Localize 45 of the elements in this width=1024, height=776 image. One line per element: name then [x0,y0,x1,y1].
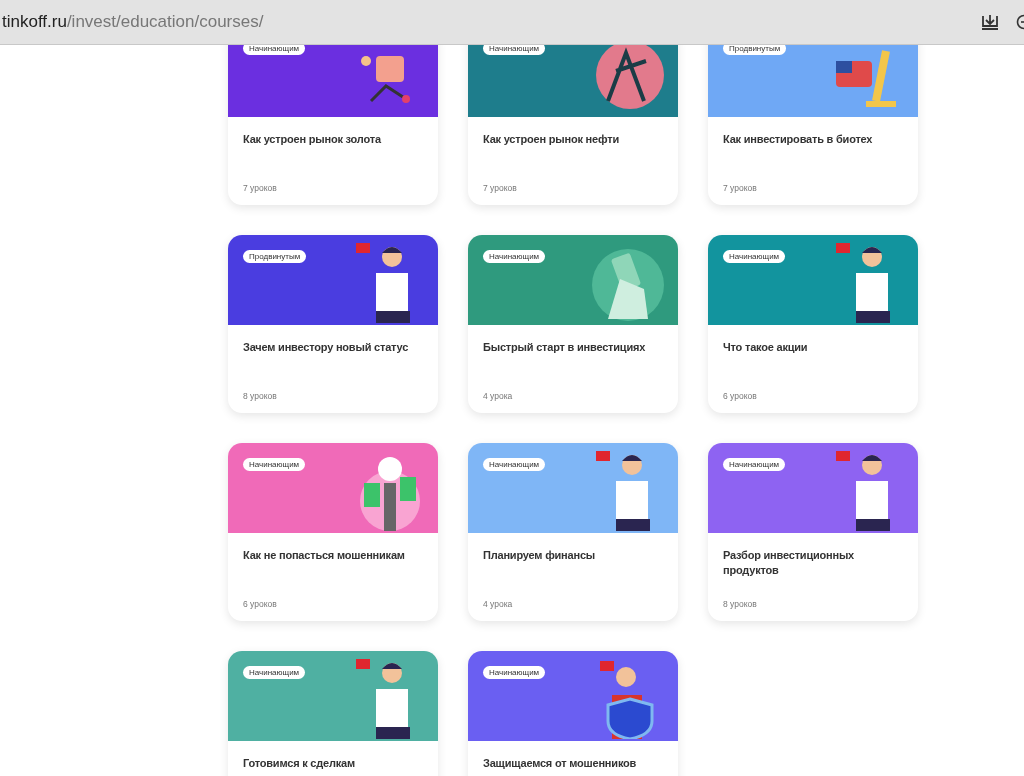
course-card[interactable]: Начинающим Быстрый старт в инвестициях 4 урока [468,235,678,413]
course-title: Как не попасться мошенникам [243,548,406,563]
course-card[interactable]: Начинающим Как не попасться мошенникам 6 уроков [228,443,438,621]
course-card[interactable]: Продвинутым Зачем инвестору новый статус 8 уроков [228,235,438,413]
level-badge: Начинающим [483,458,546,471]
course-card[interactable]: Начинающим Как устроен рынок нефти 7 уроков [468,45,678,205]
course-title: Готовимся к сделкам [243,756,356,771]
lesson-count: 7 уроков [483,183,518,193]
course-card[interactable]: Продвинутым Как инвестировать в биотех 7 уроков [708,45,918,205]
address-bar[interactable]: tinkoff.ru/invest/education/courses/ [0,0,1024,45]
course-title: Быстрый старт в инвестициях [483,340,647,355]
level-badge: Начинающим [723,458,786,471]
level-badge: Продвинутым [723,45,787,55]
course-title: Что такое акции [723,340,809,355]
level-badge: Продвинутым [243,250,307,263]
course-title: Зачем инвестору новый статус [243,340,410,355]
lesson-count: 8 уроков [243,391,278,401]
level-badge: Начинающим [483,250,546,263]
course-title: Как устроен рынок золота [243,132,383,147]
lesson-count: 6 уроков [243,599,278,609]
course-title: Планируем финансы [483,548,597,563]
course-title: Как устроен рынок нефти [483,132,620,147]
lesson-count: 4 урока [483,599,514,609]
level-badge: Начинающим [483,666,546,679]
course-card[interactable]: Начинающим Разбор инвестиционных продуктов 8 уроков [708,443,918,621]
lesson-count: 4 урока [483,391,514,401]
lesson-count: 7 уроков [723,183,758,193]
level-badge: Начинающим [483,45,546,55]
course-title: Разбор инвестиционных продуктов [723,548,856,578]
course-card[interactable]: Начинающим Защищаемся от мошенников [468,651,678,776]
download-icon[interactable] [980,13,1000,31]
course-card[interactable]: Начинающим Планируем финансы 4 урока [468,443,678,621]
course-card[interactable]: Начинающим Как устроен рынок золота 7 уроков [228,45,438,205]
level-badge: Начинающим [723,250,786,263]
lesson-count: 7 уроков [243,183,278,193]
lesson-count: 8 уроков [723,599,758,609]
course-title: Как инвестировать в биотех [723,132,874,147]
lesson-count: 6 уроков [723,391,758,401]
level-badge: Начинающим [243,458,306,471]
course-card[interactable]: Начинающим Готовимся к сделкам [228,651,438,776]
level-badge: Начинающим [243,45,306,55]
course-card[interactable]: Начинающим Что такое акции 6 уроков [708,235,918,413]
course-title: Защищаемся от мошенников [483,756,638,771]
level-badge: Начинающим [243,666,306,679]
url-text: tinkoff.ru/invest/education/courses/ [2,12,265,32]
